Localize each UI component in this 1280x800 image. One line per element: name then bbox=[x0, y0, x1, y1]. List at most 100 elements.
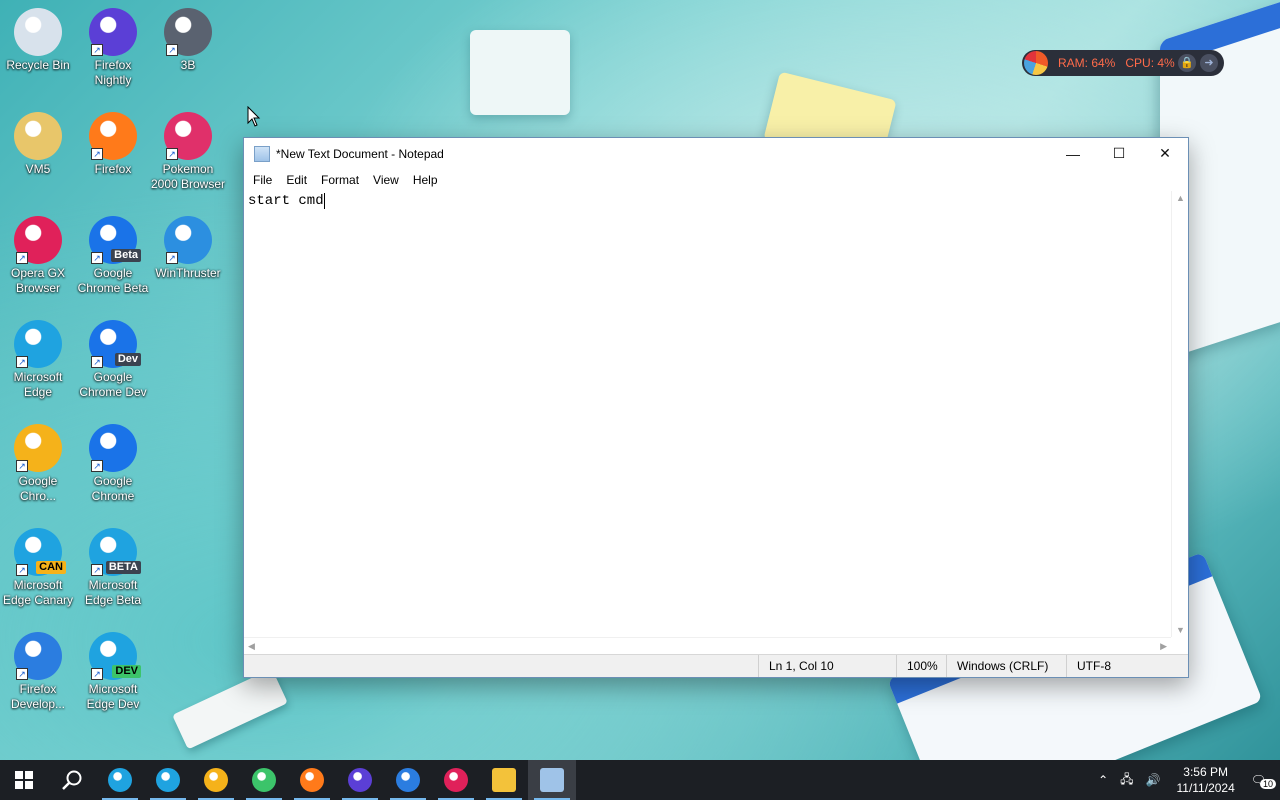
taskbar-app-button[interactable] bbox=[480, 760, 528, 800]
start-button[interactable] bbox=[0, 760, 48, 800]
menu-edit[interactable]: Edit bbox=[279, 171, 314, 189]
scroll-right-icon[interactable]: ▶ bbox=[1160, 641, 1167, 652]
winthruster-icon: ↗ bbox=[164, 216, 212, 264]
edge-beta-icon bbox=[156, 768, 180, 792]
shortcut-arrow-icon: ↗ bbox=[16, 252, 28, 264]
menu-file[interactable]: File bbox=[246, 171, 279, 189]
taskbar-app-button[interactable] bbox=[192, 760, 240, 800]
desktop-icon[interactable]: ↗ Firefox Nightly bbox=[75, 8, 151, 88]
desktop-icon[interactable]: ↗ Google Chro... bbox=[0, 424, 76, 504]
desktop-icon[interactable]: Recycle Bin bbox=[0, 8, 76, 73]
system-monitor-widget[interactable]: RAM: 64% CPU: 4% 🔒 ➜ bbox=[1022, 50, 1224, 76]
clock[interactable]: 3:56 PM 11/11/2024 bbox=[1166, 764, 1244, 796]
text-content[interactable]: start cmd bbox=[248, 191, 1171, 637]
vertical-scrollbar[interactable]: ▲ ▼ bbox=[1171, 191, 1188, 637]
desktop-icon[interactable]: ↗ WinThruster bbox=[150, 216, 226, 281]
channel-badge: Dev bbox=[114, 353, 141, 366]
scroll-down-icon[interactable]: ▼ bbox=[1176, 625, 1185, 635]
volume-icon[interactable]: 🔊 bbox=[1140, 773, 1167, 787]
network-icon[interactable]: 🖧 bbox=[1114, 770, 1139, 791]
edge-beta-icon: ↗ BETA bbox=[89, 528, 141, 576]
shortcut-arrow-icon: ↗ bbox=[166, 252, 178, 264]
desktop-icon-label: Google Chro... bbox=[18, 474, 58, 503]
maximize-button[interactable]: ☐ bbox=[1096, 138, 1142, 169]
search-button[interactable] bbox=[48, 760, 96, 800]
shortcut-arrow-icon: ↗ bbox=[91, 460, 103, 472]
taskbar-app-button[interactable] bbox=[528, 760, 576, 800]
lock-icon[interactable]: 🔒 bbox=[1178, 54, 1196, 72]
desktop-icon-label: VM5 bbox=[25, 162, 51, 176]
firefox-dev-icon: ↗ bbox=[14, 632, 62, 680]
wallpaper-start-button bbox=[172, 668, 288, 750]
wallpaper-computer bbox=[470, 30, 570, 115]
desktop-icon[interactable]: ↗ Pokemon 2000 Browser bbox=[150, 112, 226, 192]
taskbar-app-button[interactable] bbox=[144, 760, 192, 800]
desktop-icon[interactable]: ↗ Firefox bbox=[75, 112, 151, 177]
recycle-bin-icon bbox=[14, 8, 62, 56]
desktop-icon[interactable]: ↗ Google Chrome bbox=[75, 424, 151, 504]
cursor-position: Ln 1, Col 10 bbox=[758, 655, 896, 677]
taskbar-app-button[interactable] bbox=[432, 760, 480, 800]
taskbar-app-button[interactable] bbox=[384, 760, 432, 800]
desktop-icon-label: Microsoft Edge bbox=[13, 370, 63, 399]
edge-canary-icon: ↗ CAN bbox=[14, 528, 66, 576]
shortcut-arrow-icon: ↗ bbox=[16, 668, 28, 680]
desktop-icon-label: WinThruster bbox=[155, 266, 221, 280]
horizontal-scrollbar[interactable]: ◀ ▶ bbox=[244, 637, 1171, 654]
edit-area[interactable]: start cmd ▲ ▼ ◀ ▶ bbox=[244, 191, 1188, 654]
desktop-icon[interactable]: ↗ 3B bbox=[150, 8, 226, 73]
close-button[interactable]: ✕ bbox=[1142, 138, 1188, 169]
channel-badge: DEV bbox=[112, 665, 141, 678]
desktop-icon[interactable]: ↗ Dev Google Chrome Dev bbox=[75, 320, 151, 400]
firefox-dev-icon bbox=[396, 768, 420, 792]
3b-icon: ↗ bbox=[164, 8, 212, 56]
shortcut-arrow-icon: ↗ bbox=[166, 44, 178, 56]
desktop-icon[interactable]: VM5 bbox=[0, 112, 76, 177]
shortcut-arrow-icon: ↗ bbox=[16, 564, 28, 576]
chevron-up-icon[interactable]: ⌃ bbox=[1092, 773, 1114, 787]
pinned-apps bbox=[96, 760, 576, 800]
desktop-icon[interactable]: ↗ Microsoft Edge bbox=[0, 320, 76, 400]
desktop-icon-label: Microsoft Edge Beta bbox=[84, 578, 142, 607]
desktop-icon[interactable]: ↗ DEV Microsoft Edge Dev bbox=[75, 632, 151, 712]
desktop-icon-label: Microsoft Edge Canary bbox=[2, 578, 74, 607]
scroll-left-icon[interactable]: ◀ bbox=[248, 641, 255, 652]
title-bar[interactable]: *New Text Document - Notepad — ☐ ✕ bbox=[244, 138, 1188, 169]
desktop-icon[interactable]: ↗ CAN Microsoft Edge Canary bbox=[0, 528, 76, 608]
notepad-window[interactable]: *New Text Document - Notepad — ☐ ✕ File … bbox=[243, 137, 1189, 678]
cpu-usage: CPU: 4% bbox=[1125, 56, 1175, 70]
edge-canary-icon bbox=[204, 768, 228, 792]
taskbar-app-button[interactable] bbox=[288, 760, 336, 800]
zoom-level: 100% bbox=[896, 655, 946, 677]
monitor-orb-icon bbox=[1024, 51, 1048, 75]
menu-bar: File Edit Format View Help bbox=[244, 169, 1188, 191]
menu-format[interactable]: Format bbox=[314, 171, 366, 189]
desktop-icon-label: Opera GX Browser bbox=[10, 266, 66, 295]
document-text: start cmd bbox=[248, 193, 324, 209]
taskbar: ⌃ 🖧 🔊 3:56 PM 11/11/2024 🗨 10 bbox=[0, 760, 1280, 800]
firefox-icon bbox=[300, 768, 324, 792]
channel-badge: Beta bbox=[111, 249, 141, 262]
encoding: UTF-8 bbox=[1066, 655, 1188, 677]
notifications-button[interactable]: 🗨 10 bbox=[1245, 773, 1280, 789]
minimize-button[interactable]: — bbox=[1050, 138, 1096, 169]
shortcut-arrow-icon: ↗ bbox=[16, 356, 28, 368]
desktop-icon-label: 3B bbox=[180, 58, 196, 72]
desktop-icon[interactable]: ↗ Beta Google Chrome Beta bbox=[75, 216, 151, 296]
desktop-icon[interactable]: ↗ Opera GX Browser bbox=[0, 216, 76, 296]
desktop-icon[interactable]: ↗ BETA Microsoft Edge Beta bbox=[75, 528, 151, 608]
desktop-icon[interactable]: ↗ Firefox Develop... bbox=[0, 632, 76, 712]
arrow-right-icon[interactable]: ➜ bbox=[1200, 54, 1218, 72]
taskbar-app-button[interactable] bbox=[240, 760, 288, 800]
chrome-icon: ↗ bbox=[89, 424, 137, 472]
user-folder-icon bbox=[14, 112, 62, 160]
status-bar: Ln 1, Col 10 100% Windows (CRLF) UTF-8 bbox=[244, 654, 1188, 677]
firefox-nightly-icon: ↗ bbox=[89, 8, 137, 56]
menu-view[interactable]: View bbox=[366, 171, 406, 189]
menu-help[interactable]: Help bbox=[406, 171, 445, 189]
scroll-up-icon[interactable]: ▲ bbox=[1176, 193, 1185, 203]
edge-icon: ↗ bbox=[14, 320, 62, 368]
taskbar-app-button[interactable] bbox=[96, 760, 144, 800]
desktop-icon-label: Google Chrome Dev bbox=[79, 370, 147, 399]
taskbar-app-button[interactable] bbox=[336, 760, 384, 800]
